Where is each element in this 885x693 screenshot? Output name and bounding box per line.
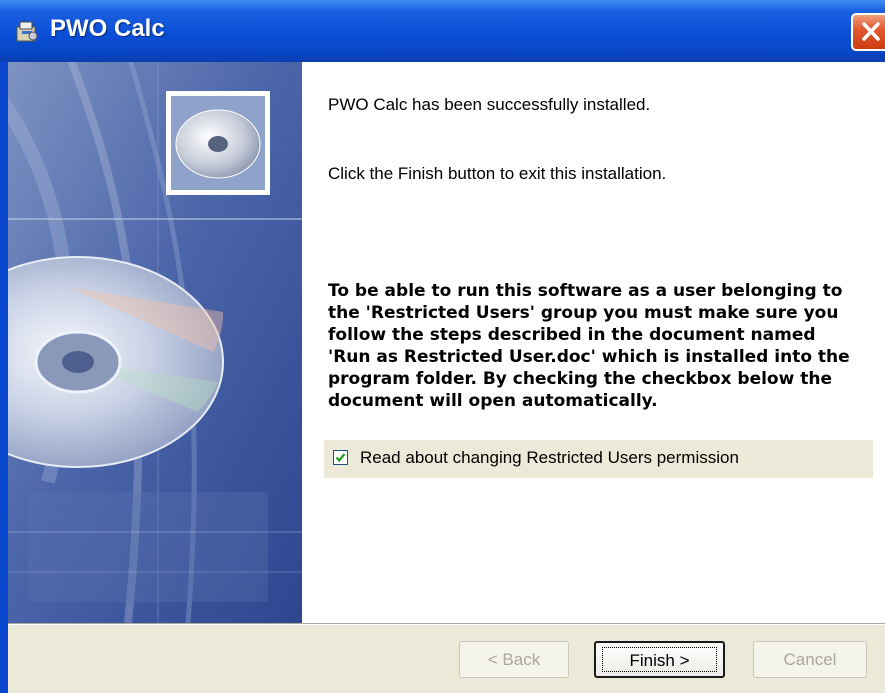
- restricted-info-line: the 'Restricted Users' group you must ma…: [328, 303, 839, 323]
- close-icon: [862, 22, 880, 41]
- read-permission-checkbox[interactable]: [333, 450, 348, 465]
- restricted-users-info: To be able to run this software as a use…: [328, 280, 868, 412]
- finish-instruction: Click the Finish button to exit this ins…: [328, 164, 667, 183]
- read-permission-label[interactable]: Read about changing Restricted Users per…: [360, 448, 739, 468]
- restricted-info-line: document will open automatically.: [328, 391, 658, 411]
- installer-banner: [8, 62, 302, 623]
- read-permission-option[interactable]: Read about changing Restricted Users per…: [324, 440, 873, 478]
- success-message: PWO Calc has been successfully installed…: [328, 95, 651, 114]
- installer-icon: [16, 21, 38, 42]
- restricted-info-line: follow the steps described in the docume…: [328, 325, 816, 345]
- cancel-button[interactable]: Cancel: [753, 641, 867, 678]
- restricted-info-line: To be able to run this software as a use…: [328, 281, 843, 301]
- installer-window: PWO Calc PWO Calc has been successfully …: [0, 0, 885, 693]
- title-bar[interactable]: PWO Calc: [0, 0, 885, 62]
- back-button[interactable]: < Back: [459, 641, 569, 678]
- window-title: PWO Calc: [50, 15, 165, 42]
- dialog-body: PWO Calc has been successfully installed…: [8, 62, 885, 693]
- close-button[interactable]: [851, 13, 885, 51]
- checkmark-icon: [335, 453, 346, 463]
- finish-button[interactable]: Finish >: [594, 641, 725, 678]
- banner-artwork: [8, 62, 302, 623]
- finish-button-label: Finish >: [602, 647, 717, 672]
- content-panel: PWO Calc has been successfully installed…: [302, 62, 885, 623]
- restricted-info-line: 'Run as Restricted User.doc' which is in…: [328, 347, 850, 367]
- cd-thumbnail: [166, 91, 270, 195]
- restricted-info-line: program folder. By checking the checkbox…: [328, 369, 832, 389]
- footer-separator-highlight: [8, 624, 885, 625]
